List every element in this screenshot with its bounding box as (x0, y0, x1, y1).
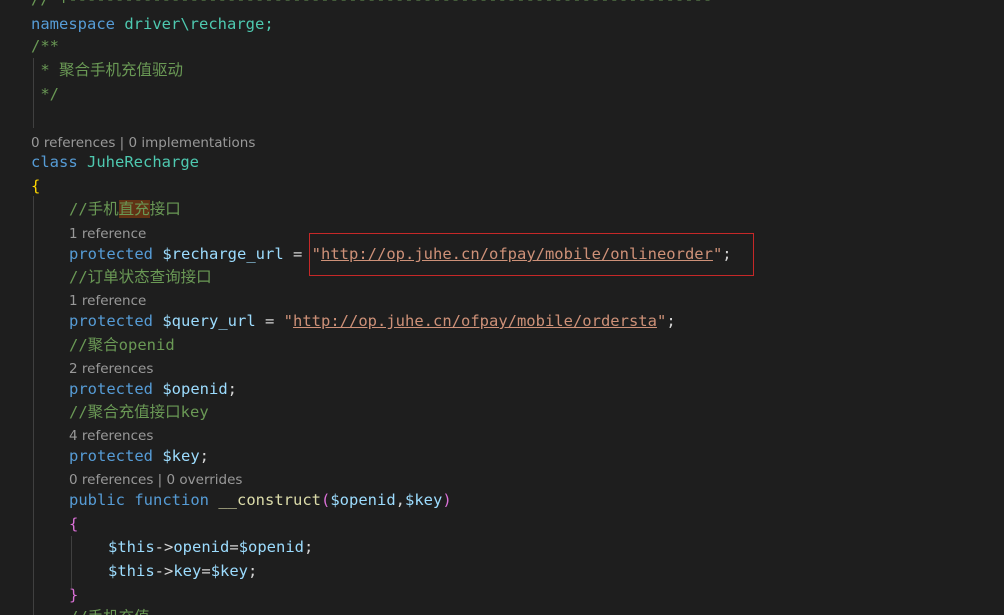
this-keyword: $this (108, 538, 155, 556)
assign-operator: = (201, 562, 211, 580)
string-quote-open: " (283, 312, 294, 330)
semicolon: ; (304, 538, 314, 556)
property-openid: protected $openid; (69, 378, 237, 400)
class-codelens[interactable]: 0 references | 0 implementations (31, 135, 255, 151)
key-variable[interactable]: $key (162, 447, 199, 465)
comment-recharge-part2: 接口 (149, 200, 181, 218)
semicolon: ; (199, 447, 210, 465)
semicolon: ; (722, 245, 732, 263)
constructor-body-key: $this->key=$key; (108, 560, 257, 582)
codelens-query-url[interactable]: 1 reference (69, 293, 146, 309)
codelens-constructor[interactable]: 0 references | 0 overrides (69, 472, 242, 488)
namespace-name: driver\recharge; (124, 15, 274, 33)
semicolon: ; (227, 380, 238, 398)
assign-operator: = (229, 538, 239, 556)
codelens-key[interactable]: 4 references (69, 428, 153, 444)
search-highlight: 直充 (118, 200, 150, 218)
comment-recharge-part1: //手机 (69, 200, 119, 218)
comment-recharge-cutoff: //手机充值 (69, 606, 150, 615)
query-url-variable[interactable]: $query_url (162, 312, 255, 330)
openid-variable[interactable]: $openid (162, 380, 227, 398)
protected-keyword: protected (69, 380, 153, 398)
constructor-declaration: public function __construct($openid,$key… (69, 489, 452, 511)
constructor-name[interactable]: __construct (218, 491, 321, 509)
code-editor[interactable]: // +------------------------------------… (0, 0, 1004, 615)
namespace-line: namespace driver\recharge; (31, 13, 274, 35)
protected-keyword: protected (69, 245, 153, 263)
top-separator-comment: // +------------------------------------… (31, 0, 712, 10)
protected-keyword: protected (69, 312, 153, 330)
property-recharge-url: protected $recharge_url = "http://op.juh… (69, 243, 732, 265)
this-keyword: $this (108, 562, 155, 580)
indent-guide-class (33, 196, 34, 615)
comment-query: //订单状态查询接口 (69, 268, 212, 286)
comment-key: //聚合充值接口key (69, 403, 209, 421)
class-keyword: class (31, 153, 78, 171)
doc-comment-open: /** (31, 37, 59, 55)
property-query-url: protected $query_url = "http://op.juhe.c… (69, 310, 676, 332)
assign-operator: = (255, 312, 284, 330)
class-declaration: class JuheRecharge (31, 151, 199, 173)
this-openid-property[interactable]: openid (173, 538, 229, 556)
property-key: protected $key; (69, 445, 209, 467)
recharge-url-variable[interactable]: $recharge_url (162, 245, 283, 263)
semicolon: ; (666, 312, 676, 330)
constructor-open-brace: { (69, 515, 79, 533)
constructor-close-brace: } (69, 586, 79, 604)
comma: , (395, 491, 406, 509)
string-quote-open: " (311, 245, 322, 263)
function-keyword: function (134, 491, 209, 509)
string-quote-close: " (656, 312, 667, 330)
codelens-openid[interactable]: 2 references (69, 361, 153, 377)
namespace-keyword: namespace (31, 15, 115, 33)
doc-comment-text: * 聚合手机充值驱动 (31, 61, 183, 79)
param-key[interactable]: $key (405, 491, 442, 509)
arrow-operator: -> (154, 538, 174, 556)
class-open-brace: { (31, 177, 41, 195)
paren-close: ) (442, 491, 452, 509)
indent-guide-function (71, 536, 72, 588)
constructor-body-openid: $this->openid=$openid; (108, 536, 313, 558)
string-quote-close: " (712, 245, 723, 263)
key-value[interactable]: $key (211, 562, 248, 580)
param-openid[interactable]: $openid (330, 491, 395, 509)
openid-value[interactable]: $openid (239, 538, 304, 556)
arrow-operator: -> (154, 562, 174, 580)
semicolon: ; (248, 562, 258, 580)
comment-openid: //聚合openid (69, 336, 175, 354)
public-keyword: public (69, 491, 125, 509)
class-name[interactable]: JuheRecharge (87, 153, 199, 171)
comment-recharge: //手机直充接口 (69, 198, 181, 220)
this-key-property[interactable]: key (173, 562, 201, 580)
assign-operator: = (283, 245, 312, 263)
paren-open: ( (321, 491, 331, 509)
protected-keyword: protected (69, 447, 153, 465)
doc-comment-close: */ (31, 85, 59, 103)
recharge-url-link[interactable]: http://op.juhe.cn/ofpay/mobile/onlineord… (321, 245, 713, 263)
query-url-link[interactable]: http://op.juhe.cn/ofpay/mobile/ordersta (293, 312, 657, 330)
codelens-recharge-url[interactable]: 1 reference (69, 226, 146, 242)
